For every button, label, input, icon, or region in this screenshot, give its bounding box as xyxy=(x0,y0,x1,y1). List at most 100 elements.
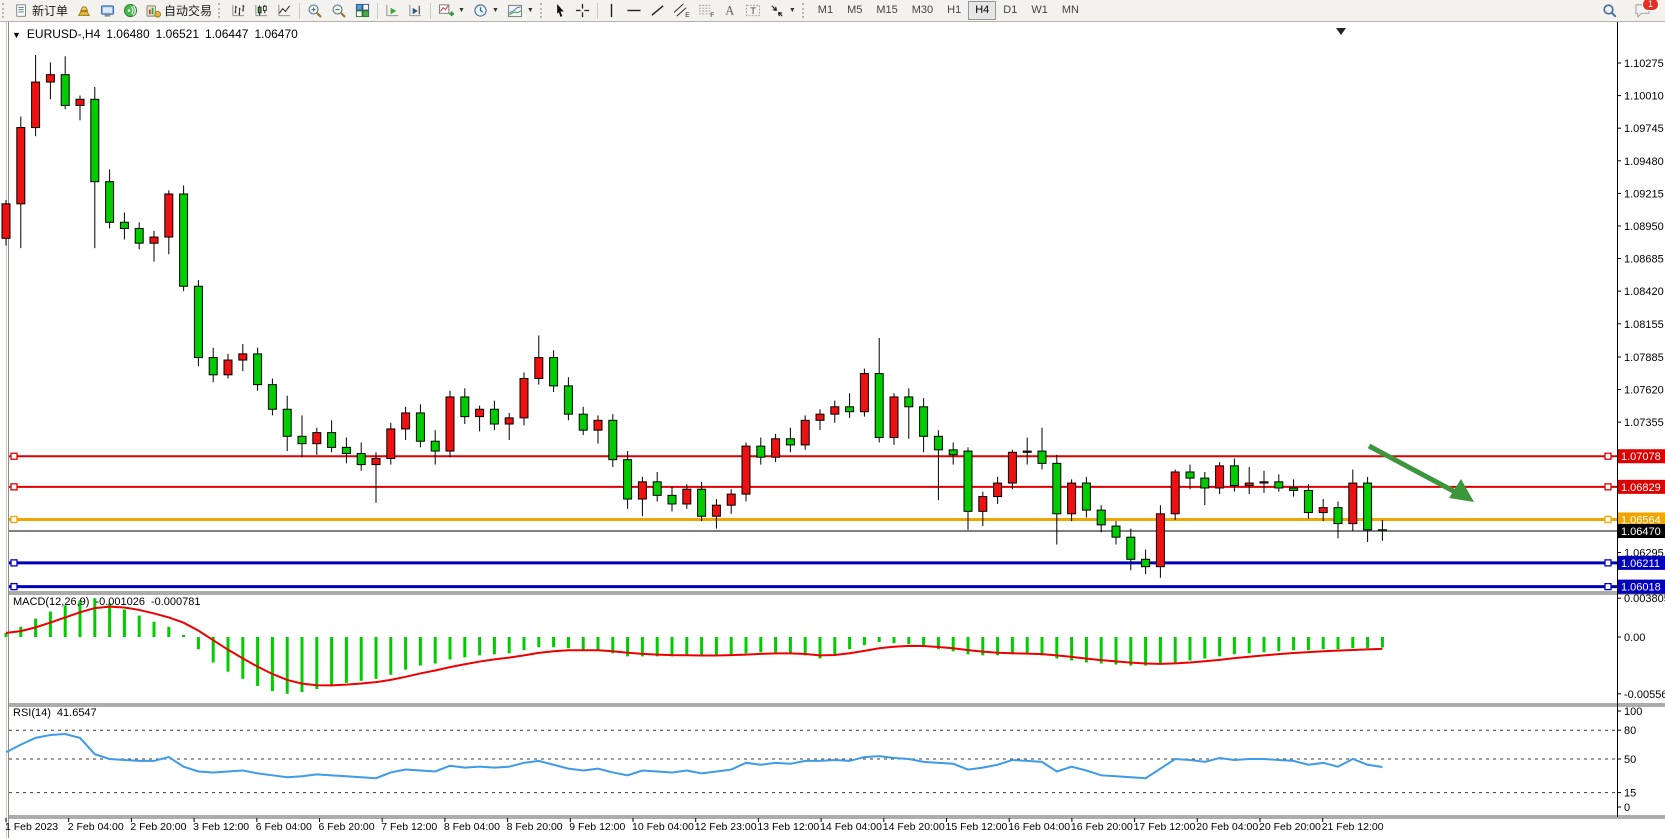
candle xyxy=(786,439,794,445)
macd-tick-label: 0.003805 xyxy=(1624,593,1665,605)
timeframe-m1-button[interactable]: M1 xyxy=(811,1,840,20)
horizontal-line-button[interactable] xyxy=(622,0,646,21)
candle xyxy=(150,237,158,243)
timeframe-m5-button[interactable]: M5 xyxy=(840,1,869,20)
line-handle[interactable] xyxy=(11,516,17,522)
signal-button[interactable] xyxy=(119,0,142,21)
timeframe-h1-button[interactable]: H1 xyxy=(940,1,968,20)
price-tick-label: 1.08685 xyxy=(1624,254,1664,266)
candle xyxy=(1245,483,1253,485)
candle xyxy=(846,407,854,412)
chart-shift-button[interactable] xyxy=(404,0,427,21)
price-tick-label: 1.10010 xyxy=(1624,91,1664,103)
line-handle[interactable] xyxy=(1605,484,1611,490)
remote-terminal-button[interactable] xyxy=(96,0,119,21)
line-chart-button[interactable] xyxy=(273,0,296,21)
candle xyxy=(120,222,128,228)
line-handle[interactable] xyxy=(11,560,17,566)
line-handle[interactable] xyxy=(1605,516,1611,522)
auto-trading-button[interactable]: 自动交易 xyxy=(142,0,216,21)
date-tick-label: 6 Feb 20:00 xyxy=(319,821,375,833)
svg-text:A: A xyxy=(725,4,734,18)
dropdown-caret-icon: ▼ xyxy=(492,7,499,14)
tile-windows-icon xyxy=(355,3,370,18)
price-tick-label: 1.08950 xyxy=(1624,221,1664,233)
search-button[interactable] xyxy=(1598,0,1622,21)
price-badge-label: 1.06018 xyxy=(1621,582,1661,594)
trendline-button[interactable] xyxy=(646,0,669,21)
indicators-button[interactable]: ▼ xyxy=(434,0,469,21)
candle xyxy=(357,454,365,465)
candle xyxy=(387,429,395,459)
date-tick-label: 2 Feb 20:00 xyxy=(130,821,186,833)
candle xyxy=(1112,526,1120,537)
bar-chart-button[interactable] xyxy=(227,0,250,21)
zoom-out-button[interactable] xyxy=(327,0,351,21)
template-icon xyxy=(507,4,523,18)
candle xyxy=(905,397,913,407)
timeframe-mn-button[interactable]: MN xyxy=(1055,1,1086,20)
timeframe-m15-button[interactable]: M15 xyxy=(869,1,904,20)
macd-label: MACD(12,26,9)-0.001026-0.000781 xyxy=(13,596,201,608)
candle xyxy=(505,418,513,424)
timeframe-w1-button[interactable]: W1 xyxy=(1024,1,1055,20)
candle xyxy=(772,439,780,457)
new-order-icon xyxy=(15,4,29,18)
templates-button[interactable]: ▼ xyxy=(503,0,538,21)
timeframe-h4-button[interactable]: H4 xyxy=(968,1,996,20)
candle xyxy=(313,433,321,444)
candle xyxy=(416,413,424,441)
chart-canvas[interactable]: 1.102751.100101.097451.094801.092151.089… xyxy=(0,0,1665,838)
chart-menu-icon[interactable]: ▼ xyxy=(12,30,21,40)
timeframe-d1-button[interactable]: D1 xyxy=(996,1,1024,20)
candle xyxy=(372,458,380,464)
candle xyxy=(32,82,40,128)
crosshair-button[interactable] xyxy=(571,0,594,21)
macd-tick-label: -0.005569 xyxy=(1624,689,1665,701)
candle xyxy=(239,354,247,360)
line-handle[interactable] xyxy=(11,453,17,459)
candle xyxy=(831,407,839,414)
equidistant-channel-button[interactable]: E xyxy=(669,0,694,21)
toolbar-grip[interactable] xyxy=(2,3,8,18)
candle xyxy=(328,433,336,448)
cursor-button[interactable] xyxy=(549,0,571,21)
auto-scroll-button[interactable] xyxy=(381,0,404,21)
line-handle[interactable] xyxy=(1605,453,1611,459)
candle xyxy=(17,128,25,204)
toolbar-separator xyxy=(597,3,598,19)
toolbar-grip[interactable] xyxy=(540,3,546,18)
candle xyxy=(61,75,69,106)
trendline-icon xyxy=(650,3,665,18)
zoom-in-button[interactable] xyxy=(303,0,327,21)
candle xyxy=(1097,510,1105,525)
chat-button[interactable]: 1 xyxy=(1630,0,1655,21)
arrows-tool-button[interactable]: ▼ xyxy=(765,0,800,21)
line-handle[interactable] xyxy=(11,484,17,490)
dropdown-caret-icon: ▼ xyxy=(458,7,465,14)
candle xyxy=(461,397,469,417)
tile-windows-button[interactable] xyxy=(351,0,374,21)
text-label-button[interactable]: T xyxy=(741,0,765,21)
text-button[interactable]: A xyxy=(719,0,741,21)
candle xyxy=(1053,463,1061,513)
new-order-button[interactable]: 新订单 xyxy=(11,0,72,21)
rsi-tick-label: 50 xyxy=(1624,754,1636,766)
periods-button[interactable]: ▼ xyxy=(469,0,503,21)
price-tick-label: 1.07620 xyxy=(1624,385,1664,397)
candlestick-chart-button[interactable] xyxy=(250,0,273,21)
toolbar-grip[interactable] xyxy=(802,3,808,18)
candle xyxy=(1290,488,1298,490)
line-handle[interactable] xyxy=(11,584,17,590)
candle xyxy=(994,483,1002,497)
line-handle[interactable] xyxy=(1605,584,1611,590)
candle xyxy=(165,194,173,237)
timeframe-m30-button[interactable]: M30 xyxy=(905,1,940,20)
vertical-line-button[interactable] xyxy=(601,0,622,21)
line-handle[interactable] xyxy=(1605,560,1611,566)
fibonacci-button[interactable]: F xyxy=(694,0,719,21)
monitor-icon xyxy=(100,4,115,18)
gold-ingots-button[interactable] xyxy=(72,0,96,21)
toolbar-grip[interactable] xyxy=(218,3,224,18)
symbol-period-label: EURUSD-,H4 xyxy=(27,27,100,41)
